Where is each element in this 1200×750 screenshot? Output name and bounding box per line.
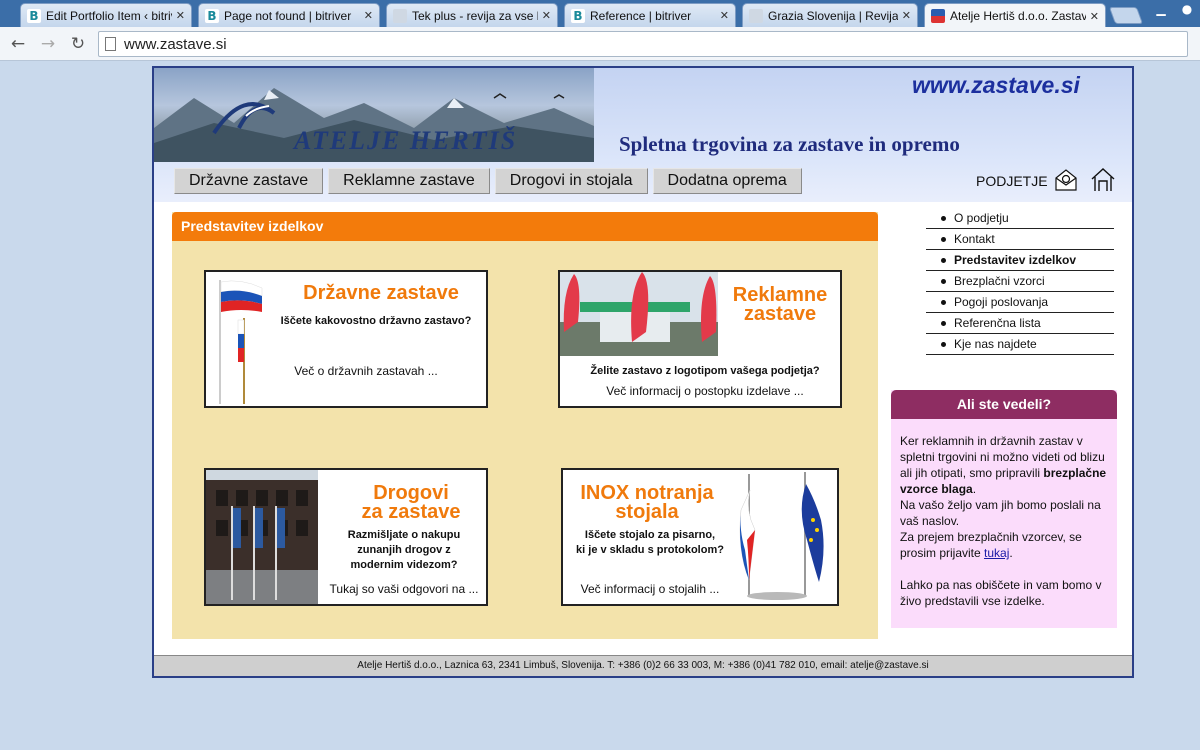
site-url-heading[interactable]: www.zastave.si: [912, 72, 1080, 99]
card-title: Reklamne zastave: [720, 285, 840, 325]
sidebar-item-kje-nas-najdete[interactable]: Kje nas najdete: [926, 334, 1114, 355]
did-you-know-title: Ali ste vedeli?: [891, 390, 1117, 419]
site-frame: ATELJE HERTIŠ www.zastave.si Spletna trg…: [152, 66, 1134, 678]
mountain-photo: ATELJE HERTIŠ: [154, 68, 594, 162]
nav-item-dodatna-oprema[interactable]: Dodatna oprema: [652, 168, 802, 194]
tab-close-icon[interactable]: ✕: [542, 9, 551, 22]
card-subtitle-line: ki je v skladu s protokolom?: [576, 544, 724, 556]
bitriver-favicon-icon: B: [571, 8, 585, 23]
card-title-line: zastave: [743, 303, 817, 325]
slovenian-flag-icon: [219, 280, 263, 404]
user-icon[interactable]: ●: [1174, 0, 1200, 18]
card-subtitle: Želite zastavo z logotipom vašega podjet…: [590, 365, 820, 377]
sidebar-item-referencna-lista[interactable]: Referenčna lista: [926, 313, 1114, 334]
card-subtitle: Iščete stojalo za pisarno, ki je v sklad…: [565, 528, 735, 558]
card-link[interactable]: Več informacij o stojalih ...: [565, 582, 735, 596]
did-you-know-text: .: [972, 482, 977, 496]
address-url[interactable]: www.zastave.si: [124, 36, 227, 53]
did-you-know-box: Ali ste vedeli? Ker reklamnih in državni…: [891, 390, 1117, 628]
did-you-know-text: Lahko pa nas obiščete in vam bomo v živo…: [900, 578, 1102, 608]
email-icon[interactable]: [1054, 168, 1078, 192]
back-icon[interactable]: ←: [6, 32, 30, 56]
tab-close-icon[interactable]: ✕: [364, 9, 373, 22]
nav-item-drogovi-in-stojala[interactable]: Drogovi in stojala: [494, 168, 648, 194]
card-link[interactable]: Več informacij o postopku izdelave ...: [580, 384, 830, 398]
sidebar-item-predstavitev-izdelkov[interactable]: Predstavitev izdelkov: [926, 250, 1114, 271]
product-card-drogovi[interactable]: Drogovi za zastave Razmišljate o nakupu …: [204, 468, 488, 606]
gas-station-banners-photo: [560, 272, 718, 356]
card-link[interactable]: Več o državnih zastavah ...: [266, 364, 466, 378]
tab-title: Edit Portfolio Item ‹ bitriver: [46, 8, 172, 23]
minimize-icon[interactable]: ▁: [1148, 0, 1174, 18]
tab-close-icon[interactable]: ✕: [720, 9, 729, 22]
card-subtitle-line: Iščete stojalo za pisarno,: [584, 529, 716, 541]
tab-title: Atelje Hertiš d.o.o. Zastave: [950, 9, 1086, 23]
tab-close-icon[interactable]: ✕: [1090, 10, 1099, 23]
product-card-reklamne-zastave[interactable]: Reklamne zastave Želite zastavo z logoti…: [558, 270, 842, 408]
signup-link[interactable]: tukaj: [984, 546, 1009, 560]
card-title: INOX notranja stojala: [565, 483, 729, 523]
building-flagpoles-photo: [206, 470, 318, 604]
card-subtitle: Iščete kakovostno državno zastavo?: [280, 315, 472, 327]
nav-item-drzavne-zastave[interactable]: Državne zastave: [174, 168, 324, 194]
site-header: ATELJE HERTIŠ www.zastave.si Spletna trg…: [154, 68, 1132, 202]
nav-item-reklamne-zastave[interactable]: Reklamne zastave: [328, 168, 490, 194]
card-link[interactable]: Tukaj so vaši odgovori na ...: [324, 582, 484, 596]
reload-icon[interactable]: ↻: [66, 32, 90, 56]
card-title-line: stojala: [615, 501, 679, 523]
podjetje-link[interactable]: PODJETJE: [976, 173, 1048, 189]
bitriver-favicon-icon: B: [205, 8, 219, 23]
browser-tab[interactable]: Tek plus - revija za vse ljubitelje ✕: [386, 3, 558, 27]
main-nav: Državne zastave Reklamne zastave Drogovi…: [174, 168, 802, 194]
forward-icon[interactable]: →: [36, 32, 60, 56]
page-icon: [105, 37, 116, 51]
page-favicon-icon: [749, 8, 763, 23]
page-favicon-icon: [393, 8, 407, 23]
browser-tab[interactable]: Grazia Slovenija | Revija Grazia ✕: [742, 3, 918, 27]
did-you-know-text: .: [1009, 546, 1013, 560]
products-panel: Predstavitev izdelkov Državne zastave Iš…: [172, 212, 878, 639]
did-you-know-text: Na vašo željo vam jih bomo poslali na va…: [900, 498, 1101, 528]
browser-tab-active[interactable]: Atelje Hertiš d.o.o. Zastave ✕: [924, 3, 1106, 28]
tab-close-icon[interactable]: ✕: [176, 9, 185, 22]
tab-title: Reference | bitriver: [590, 8, 692, 23]
bitriver-favicon-icon: B: [27, 8, 41, 23]
browser-toolbar: ← → ↻ www.zastave.si: [0, 27, 1200, 61]
browser-tab[interactable]: B Edit Portfolio Item ‹ bitriver ✕: [20, 3, 192, 27]
sidebar-item-pogoji-poslovanja[interactable]: Pogoji poslovanja: [926, 292, 1114, 313]
card-title: Drogovi za zastave: [336, 483, 486, 523]
tab-title: Grazia Slovenija | Revija Grazia: [768, 8, 898, 23]
logo-text: ATELJE HERTIŠ: [294, 126, 518, 155]
card-subtitle-line: modernim videzom?: [350, 559, 458, 571]
card-subtitle-line: Razmišljate o nakupu: [347, 529, 461, 541]
browser-tabbar: B Edit Portfolio Item ‹ bitriver ✕ B Pag…: [0, 0, 1200, 28]
sidebar-item-brezplacni-vzorci[interactable]: Brezplačni vzorci: [926, 271, 1114, 292]
side-menu: O podjetju Kontakt Predstavitev izdelkov…: [926, 208, 1114, 355]
tab-title: Page not found | bitriver: [224, 8, 352, 23]
did-you-know-body: Ker reklamnih in državnih zastav v splet…: [891, 419, 1117, 609]
home-icon[interactable]: [1090, 167, 1116, 193]
panel-title: Predstavitev izdelkov: [172, 212, 878, 241]
tab-title: Tek plus - revija za vse ljubitelje: [412, 8, 538, 23]
card-title-line: za zastave: [361, 501, 461, 523]
card-title: Državne zastave: [303, 282, 459, 304]
flag-favicon-icon: [931, 9, 945, 23]
card-subtitle-line: zunanjih drogov z: [357, 544, 451, 556]
site-tagline: Spletna trgovina za zastave in opremo: [619, 132, 960, 156]
sidebar-item-kontakt[interactable]: Kontakt: [926, 229, 1114, 250]
browser-tab[interactable]: B Reference | bitriver ✕: [564, 3, 736, 27]
product-card-drzavne-zastave[interactable]: Državne zastave Iščete kakovostno državn…: [204, 270, 488, 408]
address-bar[interactable]: www.zastave.si: [98, 31, 1188, 57]
browser-tab[interactable]: B Page not found | bitriver ✕: [198, 3, 380, 27]
product-card-inox-stojala[interactable]: INOX notranja stojala Iščete stojalo za …: [561, 468, 839, 606]
site-footer: Atelje Hertiš d.o.o., Laznica 63, 2341 L…: [154, 655, 1132, 676]
tab-close-icon[interactable]: ✕: [902, 9, 911, 22]
card-subtitle: Razmišljate o nakupu zunanjih drogov z m…: [324, 528, 484, 573]
new-tab-button[interactable]: [1108, 7, 1144, 24]
sidebar-item-o-podjetju[interactable]: O podjetju: [926, 208, 1114, 229]
indoor-flag-stands-icon: [739, 472, 824, 600]
